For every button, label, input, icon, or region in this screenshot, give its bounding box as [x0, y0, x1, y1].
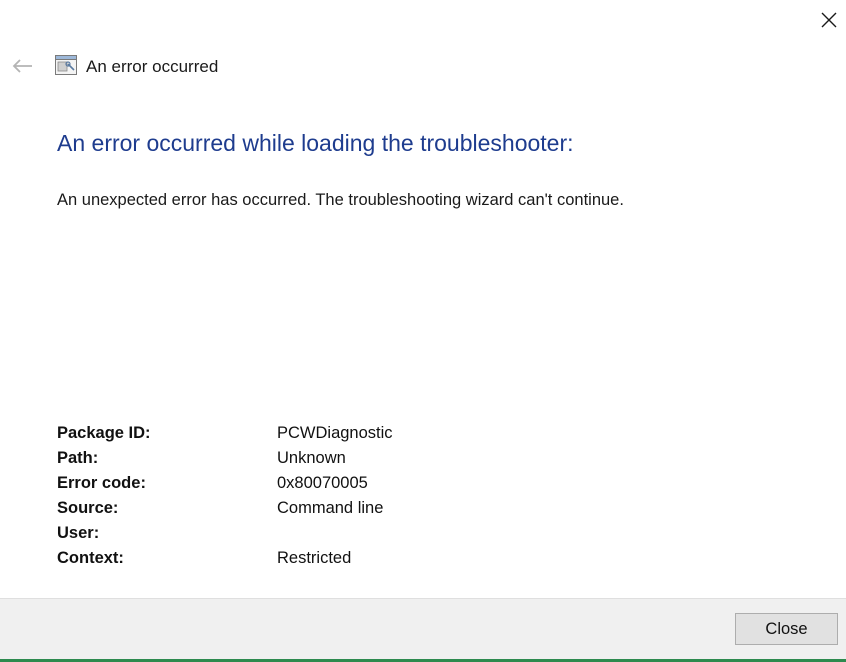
detail-label: Source: — [57, 499, 119, 517]
window-close-button[interactable] — [814, 6, 844, 34]
detail-value: Restricted — [277, 549, 352, 567]
detail-row-package-id: Package ID: PCWDiagnostic — [57, 421, 557, 446]
detail-value: PCWDiagnostic — [277, 424, 393, 442]
error-heading: An error occurred while loading the trou… — [57, 130, 574, 156]
footer-bar — [0, 598, 846, 662]
detail-label: Error code: — [57, 474, 146, 492]
close-button[interactable]: Close — [735, 613, 838, 645]
detail-value: 0x80070005 — [277, 474, 368, 492]
troubleshooter-window: An error occurred An error occurred whil… — [0, 0, 846, 662]
close-icon — [821, 12, 837, 28]
detail-row-path: Path: Unknown — [57, 446, 557, 471]
detail-row-context: Context: Restricted — [57, 546, 557, 571]
back-button[interactable] — [8, 54, 36, 78]
detail-value — [277, 521, 557, 546]
back-arrow-icon — [12, 59, 32, 73]
error-details: Package ID: PCWDiagnostic Path: Unknown … — [57, 421, 557, 571]
detail-label: Path: — [57, 449, 99, 467]
window-title: An error occurred — [86, 57, 219, 76]
detail-label: Context: — [57, 549, 124, 567]
detail-label: User: — [57, 524, 100, 542]
detail-value: Unknown — [277, 449, 346, 467]
detail-row-error-code: Error code: 0x80070005 — [57, 471, 557, 496]
error-message: An unexpected error has occurred. The tr… — [57, 191, 624, 209]
troubleshooter-icon — [55, 55, 77, 75]
detail-label: Package ID: — [57, 424, 151, 442]
detail-row-source: Source: Command line — [57, 496, 557, 521]
detail-row-user: User: — [57, 521, 557, 546]
detail-value: Command line — [277, 499, 384, 517]
